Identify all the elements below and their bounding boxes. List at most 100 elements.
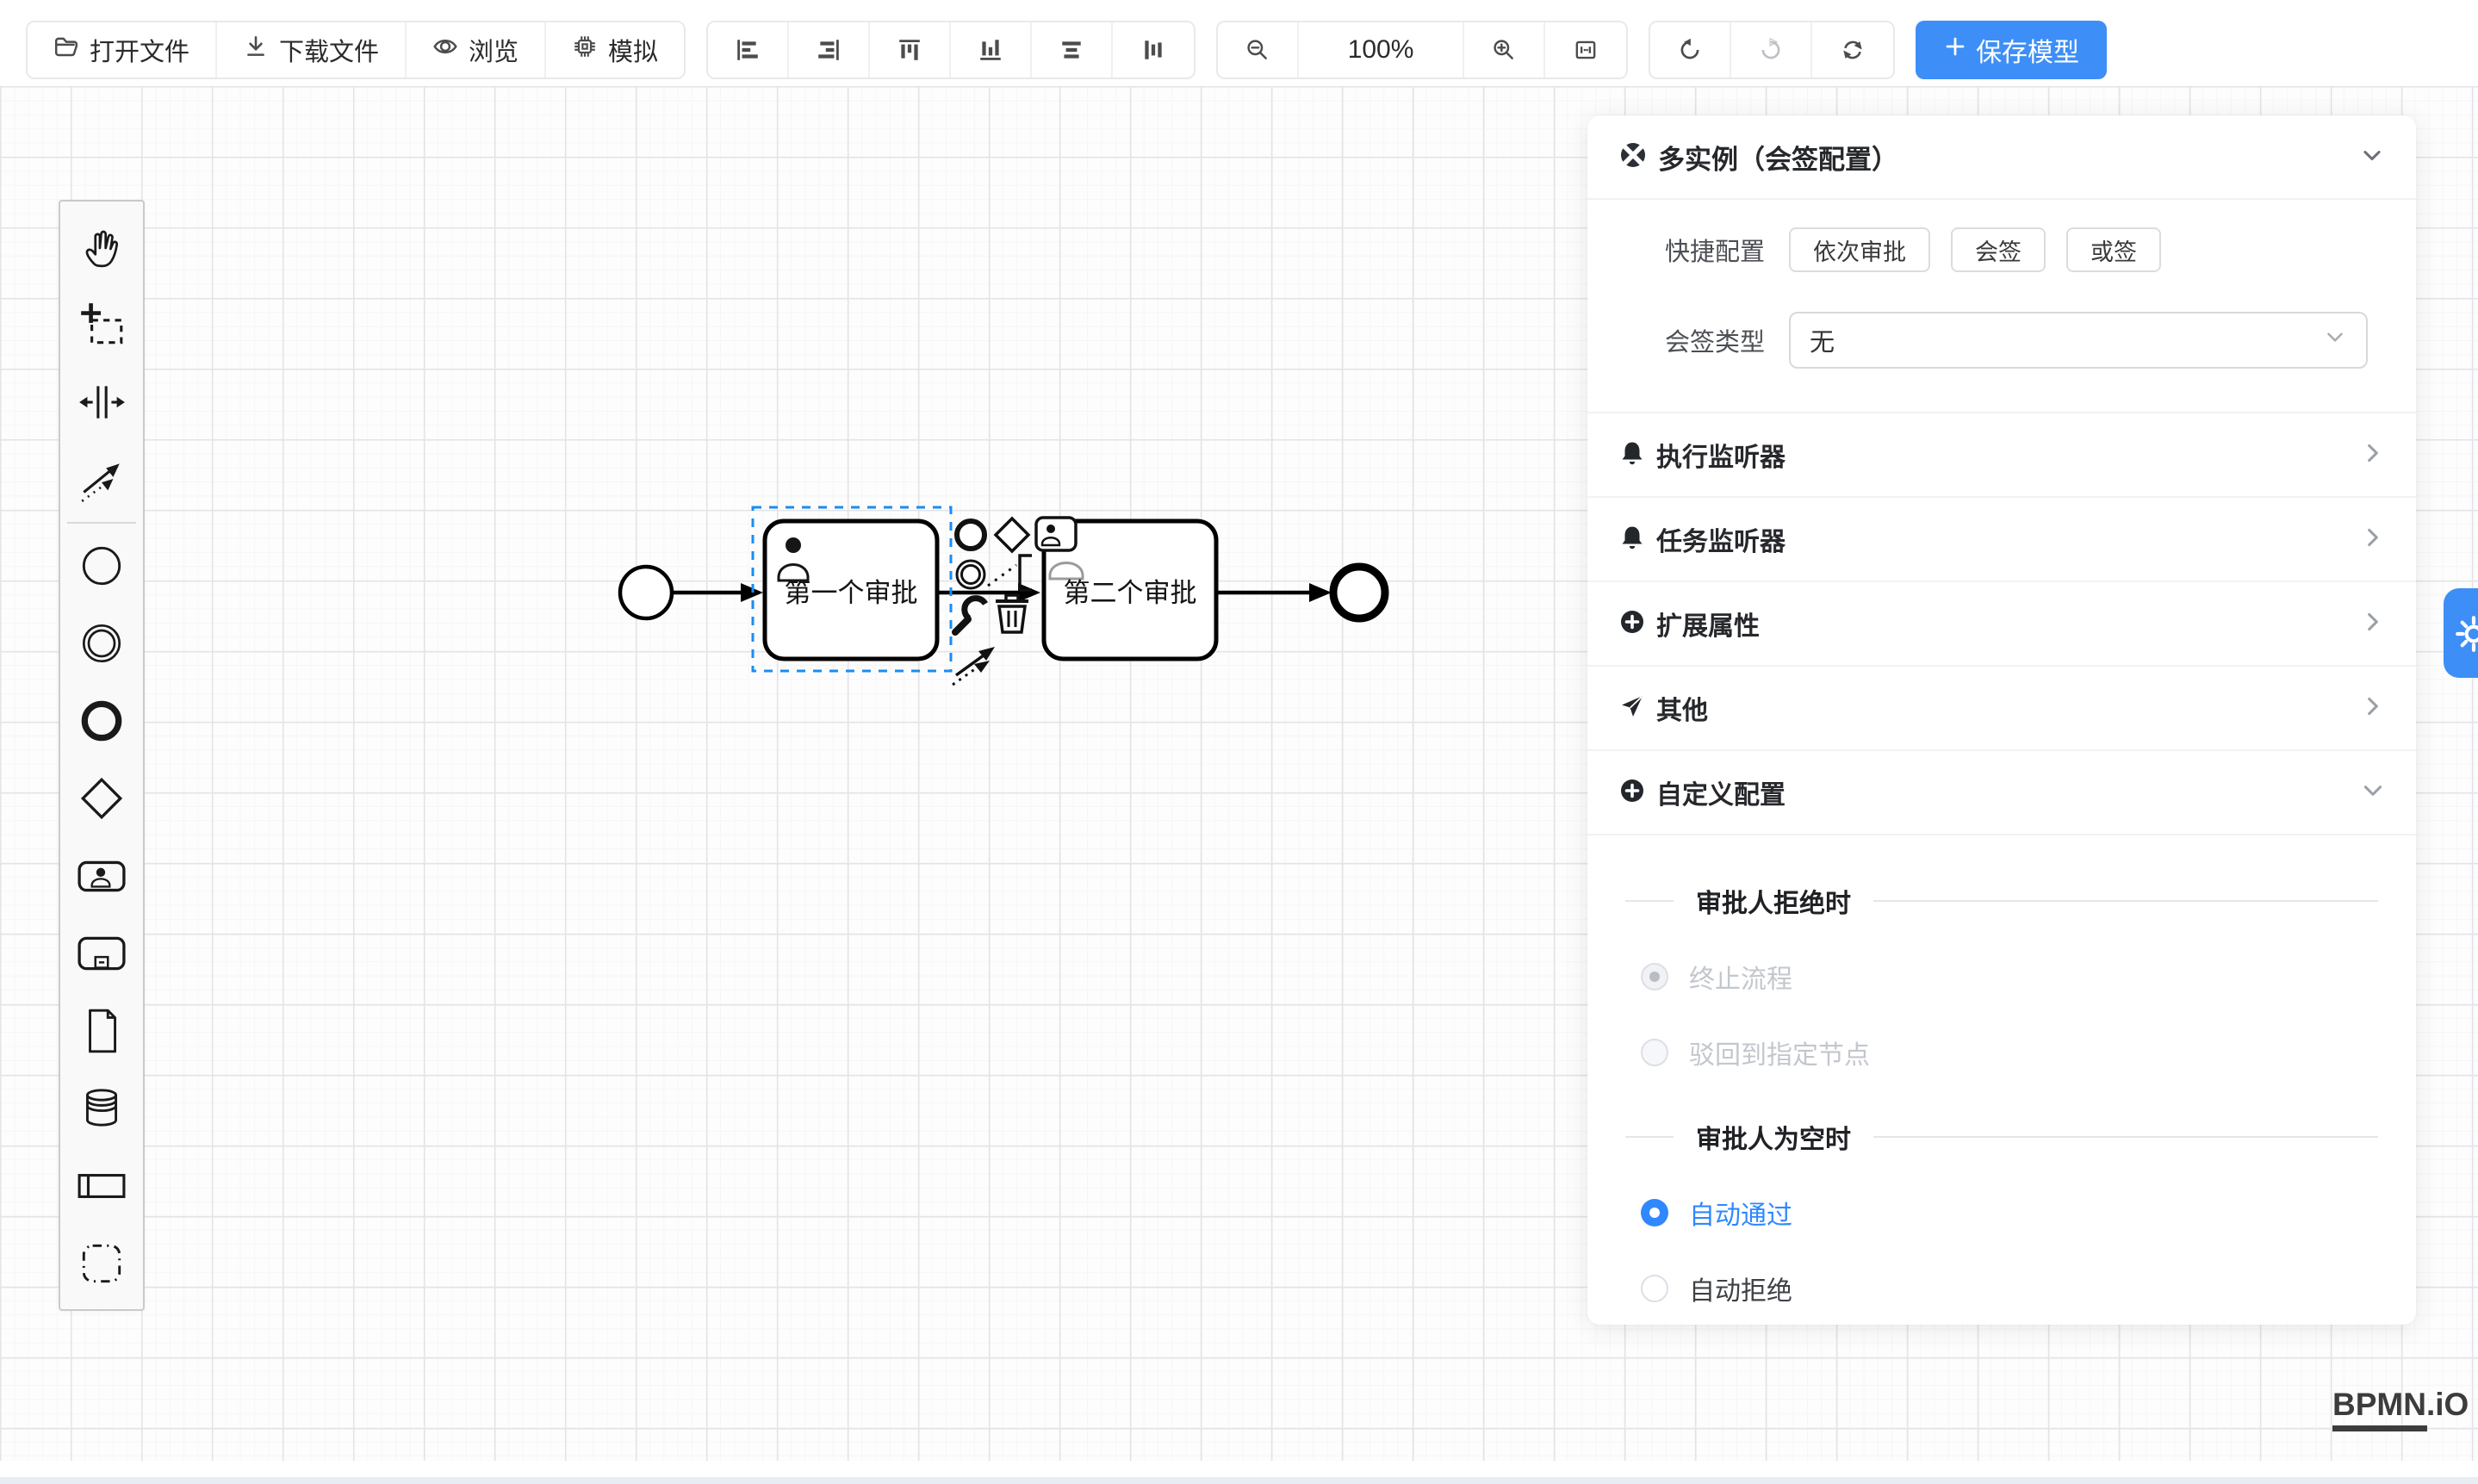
quick-config-countersign-button[interactable]: 会签 [1951, 227, 2046, 272]
palette-create-start-event[interactable] [60, 527, 143, 605]
end-event-icon [77, 696, 127, 746]
preview-button[interactable]: 浏览 [407, 22, 546, 78]
zoom-button-group: 100% [1216, 21, 1628, 79]
palette-create-user-task[interactable] [60, 837, 143, 915]
user-task-icon [77, 851, 127, 901]
undo-button[interactable] [1650, 22, 1731, 78]
multi-instance-icon [1618, 140, 1648, 174]
bottom-scrollbar[interactable] [0, 1477, 2478, 1484]
bell-icon [1618, 524, 1646, 556]
sign-type-row: 会签类型 无 [1587, 312, 2416, 369]
properties-panel: 多实例（会签配置） 快捷配置 依次审批 会签 或签 会签类型 无 [1587, 115, 2416, 1325]
palette-create-end-event[interactable] [60, 682, 143, 760]
folder-open-icon [53, 34, 79, 66]
download-file-button[interactable]: 下载文件 [217, 22, 407, 78]
zoom-out-icon [1245, 37, 1270, 63]
approver-reject-title: 审批人拒绝时 [1587, 882, 2416, 920]
divider-line [1625, 900, 1674, 902]
global-connect-icon [77, 455, 127, 505]
redo-button[interactable] [1731, 22, 1812, 78]
open-file-label: 打开文件 [90, 32, 189, 68]
section-other[interactable]: 其他 [1587, 665, 2416, 749]
palette-create-gateway[interactable] [60, 760, 143, 837]
align-top-button[interactable] [870, 22, 951, 78]
preview-label: 浏览 [469, 32, 519, 68]
sign-type-select[interactable]: 无 [1789, 312, 2368, 369]
palette-lasso-tool[interactable] [60, 286, 143, 363]
palette-space-tool[interactable] [60, 363, 143, 441]
delete-trash-icon[interactable] [996, 595, 1028, 632]
zoom-in-icon [1491, 37, 1517, 63]
palette-create-intermediate-event[interactable] [60, 605, 143, 682]
palette-divider [67, 522, 136, 524]
palette-hand-tool[interactable] [60, 208, 143, 286]
bpmn-io-watermark[interactable]: BPMN.iO [2332, 1387, 2469, 1431]
append-intermediate-event-icon[interactable] [957, 561, 984, 588]
send-icon [1618, 692, 1646, 724]
panel-header[interactable]: 多实例（会签配置） [1587, 115, 2416, 200]
hand-icon [77, 222, 127, 272]
bpmn-editor: 第一个审批 第二个审批 [0, 0, 2478, 1484]
append-gateway-icon[interactable] [996, 518, 1028, 551]
task-label: 第二个审批 [1064, 578, 1197, 608]
align-bottom-button[interactable] [951, 22, 1032, 78]
connect-tool-icon[interactable] [953, 647, 995, 685]
palette-create-group[interactable] [60, 1225, 143, 1302]
settings-side-tab[interactable] [2444, 588, 2478, 678]
end-event-node[interactable] [1333, 567, 1385, 618]
reset-button[interactable] [1812, 22, 1893, 78]
radio-icon[interactable] [1641, 1199, 1668, 1226]
simulate-button[interactable]: 模拟 [546, 22, 684, 78]
palette-create-data-store[interactable] [60, 1070, 143, 1147]
save-model-button[interactable]: 保存模型 [1916, 21, 2107, 79]
palette-global-connect-tool[interactable] [60, 441, 143, 518]
plus-circle-icon [1618, 608, 1646, 640]
align-center-vertical-button[interactable] [1113, 22, 1194, 78]
palette-create-subprocess[interactable] [60, 915, 143, 992]
quick-config-row: 快捷配置 依次审批 会签 或签 [1587, 227, 2416, 272]
palette-create-participant[interactable] [60, 1147, 143, 1225]
space-tool-icon [77, 377, 127, 427]
align-center-vertical-icon [1140, 37, 1166, 63]
align-center-horizontal-button[interactable] [1032, 22, 1113, 78]
eye-icon [432, 34, 458, 66]
radio-auto-reject[interactable]: 自动拒绝 [1587, 1270, 2416, 1307]
section-execution-listener[interactable]: 执行监听器 [1587, 412, 2416, 496]
append-user-task-icon[interactable] [1036, 518, 1076, 550]
download-file-label: 下载文件 [279, 32, 379, 68]
history-button-group [1649, 21, 1895, 79]
change-type-wrench-icon[interactable] [955, 599, 985, 632]
sign-type-label: 会签类型 [1665, 322, 1768, 358]
append-text-annotation-icon[interactable] [988, 556, 1032, 590]
section-task-listener[interactable]: 任务监听器 [1587, 496, 2416, 581]
open-file-button[interactable]: 打开文件 [28, 22, 217, 78]
chevron-right-icon [2361, 441, 2385, 469]
align-right-button[interactable] [789, 22, 870, 78]
quick-config-orsign-button[interactable]: 或签 [2066, 227, 2161, 272]
zoom-in-button[interactable] [1464, 22, 1545, 78]
radio-icon [1641, 1039, 1668, 1066]
start-event-node[interactable] [620, 567, 672, 618]
align-right-icon [816, 37, 842, 63]
save-model-label: 保存模型 [1976, 31, 2079, 69]
zoom-out-button[interactable] [1218, 22, 1299, 78]
align-left-button[interactable] [708, 22, 789, 78]
section-extended-properties[interactable]: 扩展属性 [1587, 581, 2416, 665]
fit-viewport-button[interactable] [1545, 22, 1626, 78]
quick-config-sequential-button[interactable]: 依次审批 [1789, 227, 1930, 272]
section-custom-config[interactable]: 自定义配置 [1587, 749, 2416, 835]
user-task-node-1[interactable]: 第一个审批 [765, 521, 937, 659]
plus-icon [1943, 34, 1967, 65]
lasso-icon [77, 300, 127, 350]
watermark-text: BPMN.iO [2332, 1387, 2469, 1423]
undo-icon [1677, 37, 1703, 63]
toolbar: 打开文件 下载文件 浏览 模拟 [26, 21, 2107, 79]
palette-create-data-object[interactable] [60, 992, 143, 1070]
radio-icon[interactable] [1641, 1275, 1668, 1302]
start-event-icon [77, 541, 127, 591]
quick-config-label: 快捷配置 [1665, 232, 1768, 268]
radio-auto-pass[interactable]: 自动通过 [1587, 1194, 2416, 1232]
append-end-event-icon[interactable] [957, 521, 984, 549]
chevron-down-icon[interactable] [2359, 142, 2385, 172]
simulate-label: 模拟 [608, 32, 658, 68]
